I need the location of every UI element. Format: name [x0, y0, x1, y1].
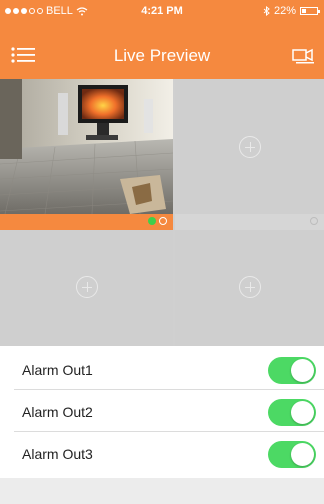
alarm-toggle[interactable] — [268, 399, 316, 426]
battery-percent: 22% — [273, 5, 296, 17]
video-cell-1[interactable] — [0, 79, 173, 214]
alarm-toggle[interactable] — [268, 441, 316, 468]
add-camera-icon[interactable] — [239, 276, 261, 298]
video-cell-1-status-bar — [0, 214, 173, 230]
alarm-output-list: Alarm Out1 Alarm Out2 Alarm Out3 — [0, 346, 324, 478]
record-status-icon — [310, 217, 318, 225]
video-grid — [0, 79, 324, 346]
page-title: Live Preview — [113, 46, 211, 65]
divider — [14, 389, 324, 390]
add-camera-icon[interactable] — [76, 276, 98, 298]
status-right: 22% — [263, 5, 320, 17]
battery-icon — [300, 7, 320, 15]
video-cell-3[interactable] — [0, 230, 173, 346]
alarm-label: Alarm Out1 — [22, 362, 93, 378]
bluetooth-icon — [263, 6, 270, 16]
record-status-icon — [159, 217, 167, 225]
divider — [14, 431, 324, 432]
alarm-label: Alarm Out2 — [22, 404, 93, 420]
video-cell-4[interactable] — [175, 230, 324, 346]
video-cell-2-status-bar — [175, 214, 324, 230]
camera-icon[interactable] — [292, 46, 316, 64]
top-bar: BELL 4:21 PM 22% Live Preview — [0, 0, 324, 79]
online-status-icon — [148, 217, 156, 225]
alarm-toggle[interactable] — [268, 357, 316, 384]
list-item-alarm-out-2: Alarm Out2 — [0, 391, 324, 432]
add-camera-icon[interactable] — [239, 136, 261, 158]
nav-bar: Live Preview — [0, 22, 324, 79]
status-bar: BELL 4:21 PM 22% — [0, 0, 324, 22]
video-cell-2[interactable] — [175, 79, 324, 214]
live-preview-image — [0, 79, 173, 214]
alarm-label: Alarm Out3 — [22, 446, 93, 462]
list-item-alarm-out-1: Alarm Out1 — [0, 349, 324, 390]
list-item-alarm-out-3: Alarm Out3 — [0, 433, 324, 474]
